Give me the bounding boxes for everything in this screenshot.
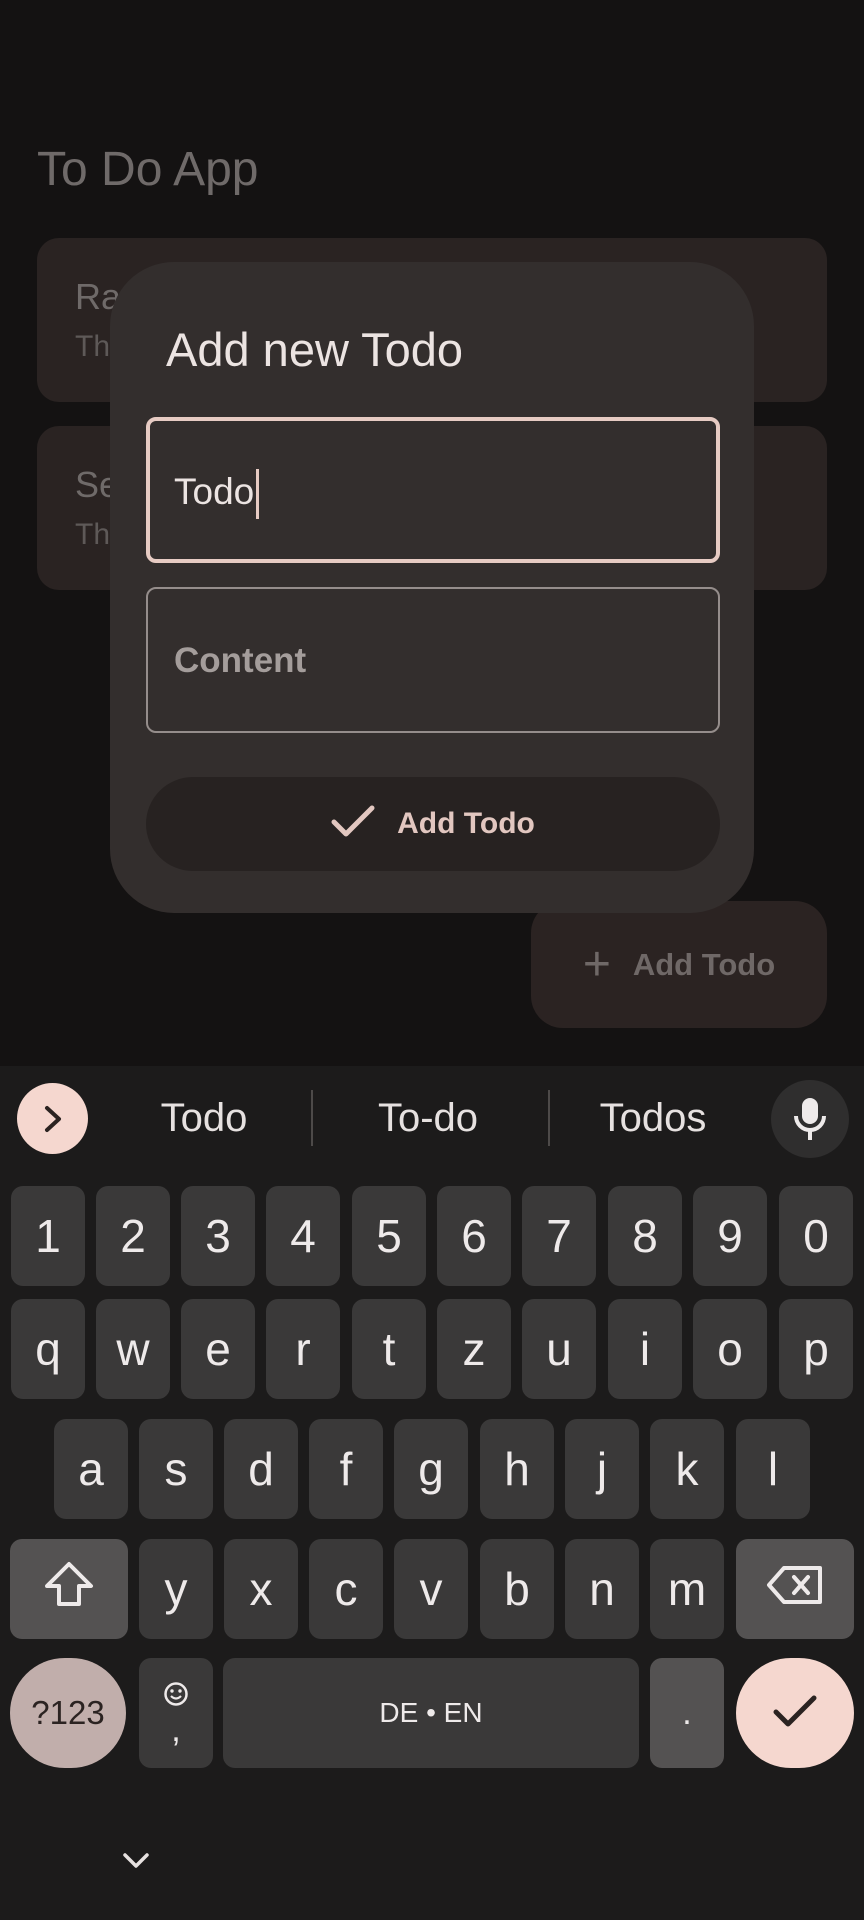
plus-icon: + — [582, 937, 611, 991]
key[interactable]: l — [736, 1419, 810, 1519]
todo-title-value: Todo — [174, 471, 255, 512]
todo-title-field[interactable]: Todo — [146, 417, 720, 563]
key[interactable]: y — [139, 1539, 213, 1639]
key[interactable]: d — [224, 1419, 298, 1519]
suggestion-item[interactable]: Todos — [543, 1096, 763, 1141]
emoji-icon — [163, 1679, 189, 1713]
add-todo-fab[interactable]: + Add Todo — [531, 901, 827, 1028]
shift-icon — [43, 1560, 95, 1619]
check-icon — [331, 805, 375, 844]
key[interactable]: b — [480, 1539, 554, 1639]
key[interactable]: u — [522, 1299, 596, 1399]
period-key[interactable]: . — [650, 1658, 724, 1768]
key[interactable]: h — [480, 1419, 554, 1519]
mic-icon[interactable] — [771, 1080, 849, 1158]
add-todo-dialog: Add new Todo Todo Content Add Todo — [110, 262, 754, 913]
key[interactable]: a — [54, 1419, 128, 1519]
suggestion-item[interactable]: Todo — [94, 1096, 314, 1141]
on-screen-keyboard: Todo To-do Todos 1 2 3 4 5 6 7 8 9 0 q w… — [0, 1066, 864, 1920]
shift-key[interactable] — [10, 1539, 128, 1639]
backspace-key[interactable] — [736, 1539, 854, 1639]
dialog-title: Add new Todo — [166, 323, 464, 376]
key[interactable]: k — [650, 1419, 724, 1519]
key[interactable]: 9 — [693, 1186, 767, 1286]
backspace-icon — [766, 1562, 824, 1616]
key[interactable]: s — [139, 1419, 213, 1519]
key[interactable]: c — [309, 1539, 383, 1639]
key[interactable]: e — [181, 1299, 255, 1399]
content-field[interactable]: Content — [146, 587, 720, 733]
check-icon — [773, 1686, 817, 1740]
add-todo-button[interactable]: Add Todo — [146, 777, 720, 871]
key[interactable]: 3 — [181, 1186, 255, 1286]
key[interactable]: 1 — [11, 1186, 85, 1286]
key[interactable]: q — [11, 1299, 85, 1399]
app-title: To Do App — [37, 143, 259, 196]
key[interactable]: f — [309, 1419, 383, 1519]
key[interactable]: g — [394, 1419, 468, 1519]
key[interactable]: v — [394, 1539, 468, 1639]
key[interactable]: 0 — [779, 1186, 853, 1286]
add-todo-button-label: Add Todo — [397, 807, 535, 840]
comma-label: , — [171, 1711, 181, 1749]
key[interactable]: z — [437, 1299, 511, 1399]
key[interactable]: 5 — [352, 1186, 426, 1286]
fab-label: Add Todo — [632, 946, 776, 982]
todo-card-subtitle: Th — [75, 330, 111, 363]
key[interactable]: o — [693, 1299, 767, 1399]
todo-card-subtitle: Th — [75, 518, 111, 551]
key[interactable]: 7 — [522, 1186, 596, 1286]
key[interactable]: 2 — [96, 1186, 170, 1286]
key[interactable]: n — [565, 1539, 639, 1639]
text-cursor — [256, 469, 259, 519]
symbols-key[interactable]: ?123 — [10, 1658, 126, 1768]
suggestion-item[interactable]: To-do — [318, 1096, 538, 1141]
key[interactable]: 6 — [437, 1186, 511, 1286]
key[interactable]: 4 — [266, 1186, 340, 1286]
key[interactable]: j — [565, 1419, 639, 1519]
content-placeholder: Content — [174, 641, 307, 680]
key[interactable]: i — [608, 1299, 682, 1399]
key[interactable]: 8 — [608, 1186, 682, 1286]
key[interactable]: t — [352, 1299, 426, 1399]
space-key[interactable]: DE • EN — [223, 1658, 639, 1768]
key[interactable]: w — [96, 1299, 170, 1399]
enter-key[interactable] — [736, 1658, 854, 1768]
key[interactable]: p — [779, 1299, 853, 1399]
emoji-comma-key[interactable]: , — [139, 1658, 213, 1768]
key[interactable]: m — [650, 1539, 724, 1639]
chevron-down-icon[interactable] — [116, 1846, 156, 1876]
key[interactable]: r — [266, 1299, 340, 1399]
suggestion-divider — [311, 1090, 313, 1146]
key[interactable]: x — [224, 1539, 298, 1639]
chevron-right-icon[interactable] — [17, 1083, 88, 1154]
